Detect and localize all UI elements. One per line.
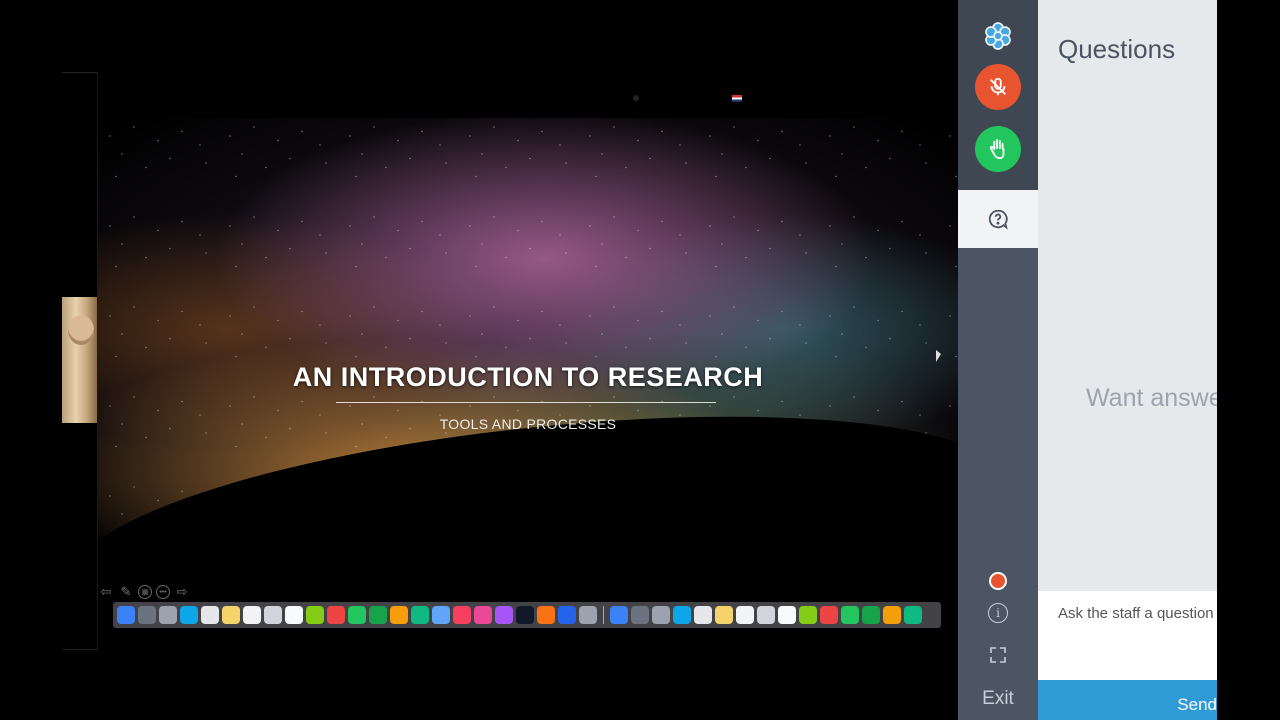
person-silhouette — [614, 548, 636, 588]
dock-acrobat-icon[interactable] — [631, 606, 649, 624]
raise-hand-icon — [989, 138, 1005, 160]
presenter-webcam — [62, 297, 97, 423]
slide-divider — [336, 402, 716, 403]
mute-microphone-button[interactable] — [975, 64, 1021, 110]
slide-title: AN INTRODUCTION TO RESEARCH — [292, 362, 764, 392]
dock-zoom-icon[interactable] — [694, 606, 712, 624]
exit-button[interactable]: Exit — [958, 688, 1038, 710]
session-sidebar: i Exit — [958, 0, 1038, 720]
arrow-left-icon[interactable]: ⇦ — [98, 584, 114, 600]
dock-siri-icon[interactable] — [138, 606, 156, 624]
dock-launchpad-icon[interactable] — [159, 606, 177, 624]
questions-panel: Questions Want answe Send — [1038, 0, 1217, 720]
dock-maps-icon[interactable] — [306, 606, 324, 624]
questions-title: Questions — [1058, 34, 1176, 64]
dock-photos-icon[interactable] — [201, 606, 219, 624]
dock-tv-icon[interactable] — [516, 606, 534, 624]
dock-app-store-icon[interactable] — [558, 606, 576, 624]
dock-facetime-icon[interactable] — [369, 606, 387, 624]
questions-tab[interactable] — [986, 207, 1010, 231]
dock-separator — [603, 606, 604, 624]
dock-calendar-icon[interactable] — [243, 606, 261, 624]
dock-word-icon[interactable] — [673, 606, 691, 624]
dock-numbers-icon[interactable] — [411, 606, 429, 624]
dock-photos-alt-icon[interactable] — [883, 606, 901, 624]
dock-chrome-icon[interactable] — [610, 606, 628, 624]
mouse-cursor-icon — [936, 350, 941, 362]
dock-news-icon[interactable] — [453, 606, 471, 624]
expand-icon[interactable] — [988, 645, 1008, 665]
dock-keynote-icon[interactable] — [432, 606, 450, 624]
dock-books-icon[interactable] — [537, 606, 555, 624]
slide-subtitle: TOOLS AND PROCESSES — [439, 416, 617, 432]
questions-empty-state: Want answe — [1086, 384, 1217, 412]
mac-dock — [113, 602, 941, 628]
dock-reminders-icon[interactable] — [285, 606, 303, 624]
camera-dot — [633, 95, 639, 101]
info-icon[interactable]: i — [988, 603, 1008, 623]
dock-teams-icon[interactable] — [841, 606, 859, 624]
question-bubble-icon — [988, 209, 1008, 230]
dock-archive-icon[interactable] — [757, 606, 775, 624]
dock-excel-icon[interactable] — [652, 606, 670, 624]
dock-finder-icon[interactable] — [117, 606, 135, 624]
dock-pages-icon[interactable] — [390, 606, 408, 624]
raise-hand-button[interactable] — [975, 126, 1021, 172]
arrow-right-icon[interactable]: ⇨ — [174, 584, 190, 600]
dock-skype-icon[interactable] — [715, 606, 733, 624]
dock-messages-icon[interactable] — [348, 606, 366, 624]
dock-trash-icon[interactable] — [904, 606, 922, 624]
dock-safari-icon[interactable] — [180, 606, 198, 624]
dock-preview-icon[interactable] — [799, 606, 817, 624]
shared-screen: AN INTRODUCTION TO RESEARCH TOOLS AND PR… — [0, 0, 958, 720]
dock-notes-icon[interactable] — [222, 606, 240, 624]
input-source-flag-icon — [732, 95, 742, 102]
annotation-toolbar: ⇦ ✎ ▦ ••• ⇨ — [98, 583, 190, 601]
send-button[interactable]: Send — [1038, 680, 1217, 720]
grid-icon[interactable]: ▦ — [138, 585, 152, 599]
dock-podcasts-icon[interactable] — [495, 606, 513, 624]
recording-dot-icon — [989, 572, 1007, 590]
dock-whatsapp-icon[interactable] — [736, 606, 754, 624]
microphone-muted-icon — [990, 77, 1006, 96]
right-margin — [1217, 0, 1280, 720]
dock-system-preferences-icon[interactable] — [579, 606, 597, 624]
pencil-icon[interactable]: ✎ — [118, 584, 134, 600]
dock-contacts-icon[interactable] — [264, 606, 282, 624]
flower-logo-icon[interactable] — [982, 20, 1014, 52]
presentation-slide: AN INTRODUCTION TO RESEARCH TOOLS AND PR… — [98, 118, 958, 588]
dock-viber-icon[interactable] — [778, 606, 796, 624]
question-input[interactable] — [1038, 591, 1217, 680]
dock-powerpoint-icon[interactable] — [820, 606, 838, 624]
dock-chrome-icon[interactable] — [327, 606, 345, 624]
more-icon[interactable]: ••• — [156, 585, 170, 599]
dock-dropbox-icon[interactable] — [862, 606, 880, 624]
dock-music-icon[interactable] — [474, 606, 492, 624]
